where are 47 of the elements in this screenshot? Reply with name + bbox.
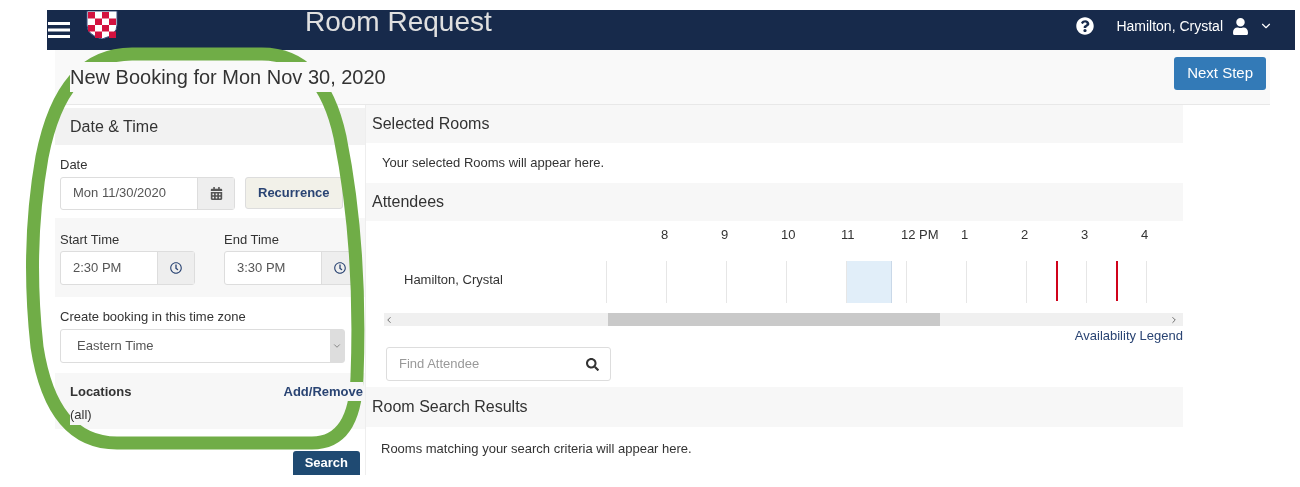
hour-label: 3 bbox=[1081, 226, 1089, 244]
user-name[interactable]: Hamilton, Crystal bbox=[1116, 15, 1223, 37]
field-label: Date bbox=[60, 156, 89, 174]
scroll-right-icon[interactable] bbox=[1169, 314, 1179, 325]
empty-message: Your selected Rooms will appear here. bbox=[381, 154, 606, 173]
end-time-marker bbox=[1116, 261, 1118, 301]
scrollbar-thumb[interactable] bbox=[608, 313, 940, 326]
field-label: Start Time bbox=[60, 230, 121, 249]
availability-legend-link[interactable]: Availability Legend bbox=[1074, 326, 1183, 346]
field-label: Create booking in this time zone bbox=[60, 308, 247, 326]
field-label: End Time bbox=[224, 230, 280, 249]
hour-label: 8 bbox=[661, 226, 669, 244]
horizontal-scrollbar[interactable] bbox=[384, 313, 1183, 326]
locations-label: Locations bbox=[70, 382, 132, 401]
hour-label: 9 bbox=[721, 226, 729, 244]
clock-icon[interactable] bbox=[334, 262, 346, 274]
section-heading: Date & Time bbox=[70, 116, 159, 137]
app-title: Room Request bbox=[305, 8, 492, 36]
section-heading: Room Search Results bbox=[372, 396, 528, 417]
checkered-shield-logo bbox=[86, 11, 118, 39]
hour-label: 10 bbox=[781, 226, 796, 244]
booking-title: New Booking for Mon Nov 30, 2020 bbox=[70, 62, 386, 92]
timezone-select[interactable]: Eastern Time bbox=[60, 328, 345, 363]
start-time-field[interactable]: 2:30 PM bbox=[60, 251, 195, 285]
user-icon[interactable] bbox=[1232, 17, 1249, 35]
search-button[interactable]: Search bbox=[292, 450, 360, 475]
scroll-left-icon[interactable] bbox=[384, 314, 394, 325]
date-field[interactable]: Mon 11/30/2020 bbox=[60, 176, 235, 210]
empty-message: Rooms matching your search criteria will appear here. bbox=[380, 439, 693, 458]
hour-label: 1 bbox=[961, 226, 969, 244]
help-icon[interactable] bbox=[1076, 17, 1095, 35]
hour-label: 11 bbox=[841, 226, 855, 244]
add-remove-link[interactable]: Add/Remove bbox=[283, 381, 363, 401]
section-heading: Attendees bbox=[372, 192, 445, 212]
calendar-icon[interactable] bbox=[209, 186, 223, 200]
recurrence-button[interactable]: Recurrence bbox=[245, 177, 343, 209]
hour-label: 12 PM bbox=[901, 226, 939, 244]
menu-icon[interactable] bbox=[48, 22, 70, 38]
next-step-button[interactable]: Next Step bbox=[1174, 56, 1266, 90]
clock-icon[interactable] bbox=[170, 262, 182, 274]
section-heading: Selected Rooms bbox=[372, 114, 490, 134]
search-icon[interactable] bbox=[586, 357, 599, 371]
hour-label: 4 bbox=[1141, 226, 1149, 244]
find-attendee-field[interactable]: Find Attendee bbox=[386, 346, 611, 381]
start-time-marker bbox=[1056, 261, 1058, 301]
attendee-name: Hamilton, Crystal bbox=[404, 271, 503, 289]
hour-label: 2 bbox=[1021, 226, 1029, 244]
